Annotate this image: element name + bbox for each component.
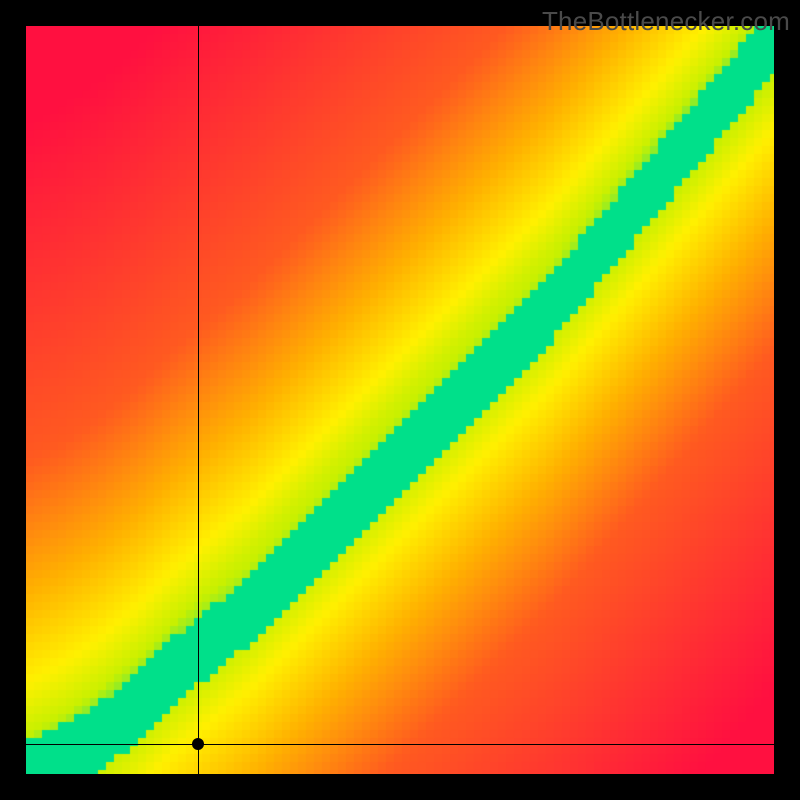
heatmap-plot-area — [26, 26, 774, 774]
crosshair-vertical — [198, 26, 199, 774]
marker-dot — [192, 738, 204, 750]
crosshair-horizontal — [26, 744, 774, 745]
watermark-text: TheBottlenecker.com — [542, 6, 790, 37]
heatmap-canvas — [26, 26, 774, 774]
